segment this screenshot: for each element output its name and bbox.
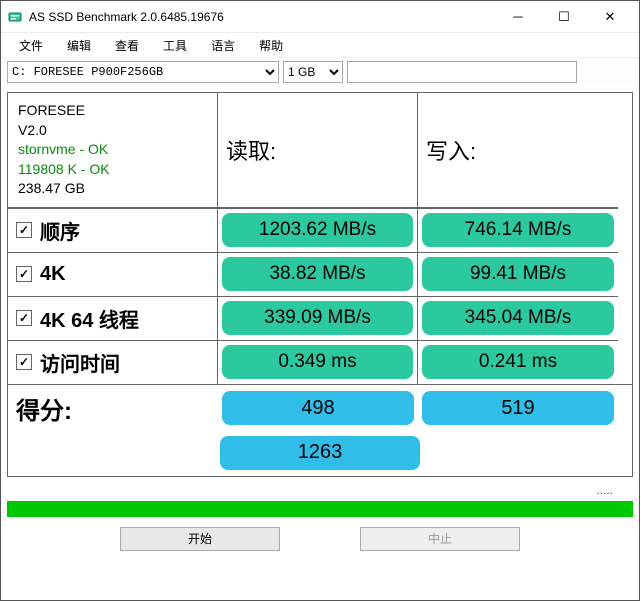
drive-select[interactable]: C: FORESEE P900F256GB	[7, 61, 279, 83]
score-read: 498	[218, 385, 418, 432]
toolbar: C: FORESEE P900F256GB 1 GB	[1, 58, 639, 86]
score-write: 519	[418, 385, 618, 432]
minimize-button[interactable]: ─	[495, 2, 541, 32]
4k-checkbox[interactable]: ✓	[16, 266, 32, 282]
menu-language[interactable]: 语言	[199, 33, 247, 57]
titlebar: AS SSD Benchmark 2.0.6485.19676 ─ ☐ ✕	[1, 1, 639, 33]
menu-view[interactable]: 查看	[103, 33, 151, 57]
results-panel: FORESEE V2.0 stornvme - OK 119808 K - OK…	[7, 92, 633, 477]
driver-status: stornvme - OK	[18, 140, 108, 160]
seq-checkbox[interactable]: ✓	[16, 222, 32, 238]
abort-button[interactable]: 中止	[360, 527, 520, 551]
score-total-row: 1263	[8, 432, 632, 476]
maximize-button[interactable]: ☐	[541, 2, 587, 32]
drive-capacity: 238.47 GB	[18, 179, 85, 199]
menu-file[interactable]: 文件	[7, 33, 55, 57]
row-seq-label: ✓ 顺序	[8, 208, 218, 252]
menubar: 文件 编辑 查看 工具 语言 帮助	[1, 33, 639, 58]
read-header: 读取:	[218, 93, 418, 208]
access-read: 0.349 ms	[218, 340, 418, 384]
4k64-read: 339.09 MB/s	[218, 296, 418, 340]
score-total: 1263	[220, 436, 420, 470]
filter-input[interactable]	[347, 61, 577, 83]
seq-read: 1203.62 MB/s	[218, 208, 418, 252]
row-access-label: ✓ 访问时间	[8, 340, 218, 384]
close-button[interactable]: ✕	[587, 2, 633, 32]
test-size-select[interactable]: 1 GB	[283, 61, 343, 83]
4k64-write: 345.04 MB/s	[418, 296, 618, 340]
progress-area: .....	[7, 483, 633, 517]
app-icon	[7, 9, 23, 25]
alignment-status: 119808 K - OK	[18, 160, 110, 180]
4k-write: 99.41 MB/s	[418, 252, 618, 296]
drive-info: FORESEE V2.0 stornvme - OK 119808 K - OK…	[8, 93, 218, 208]
drive-firmware: V2.0	[18, 121, 47, 141]
window-title: AS SSD Benchmark 2.0.6485.19676	[29, 10, 495, 24]
button-row: 开始 中止	[1, 527, 639, 551]
row-4k64-label: ✓ 4K 64 线程	[8, 296, 218, 340]
row-4k-label: ✓ 4K	[8, 252, 218, 296]
progress-dots: .....	[7, 483, 633, 499]
seq-write: 746.14 MB/s	[418, 208, 618, 252]
menu-tools[interactable]: 工具	[151, 33, 199, 57]
access-checkbox[interactable]: ✓	[16, 354, 32, 370]
write-header: 写入:	[418, 93, 618, 208]
progress-bar	[7, 501, 633, 517]
menu-edit[interactable]: 编辑	[55, 33, 103, 57]
access-write: 0.241 ms	[418, 340, 618, 384]
score-label: 得分:	[8, 385, 218, 432]
menu-help[interactable]: 帮助	[247, 33, 295, 57]
4k64-checkbox[interactable]: ✓	[16, 310, 32, 326]
4k-read: 38.82 MB/s	[218, 252, 418, 296]
app-window: AS SSD Benchmark 2.0.6485.19676 ─ ☐ ✕ 文件…	[0, 0, 640, 601]
start-button[interactable]: 开始	[120, 527, 280, 551]
drive-name: FORESEE	[18, 101, 85, 121]
